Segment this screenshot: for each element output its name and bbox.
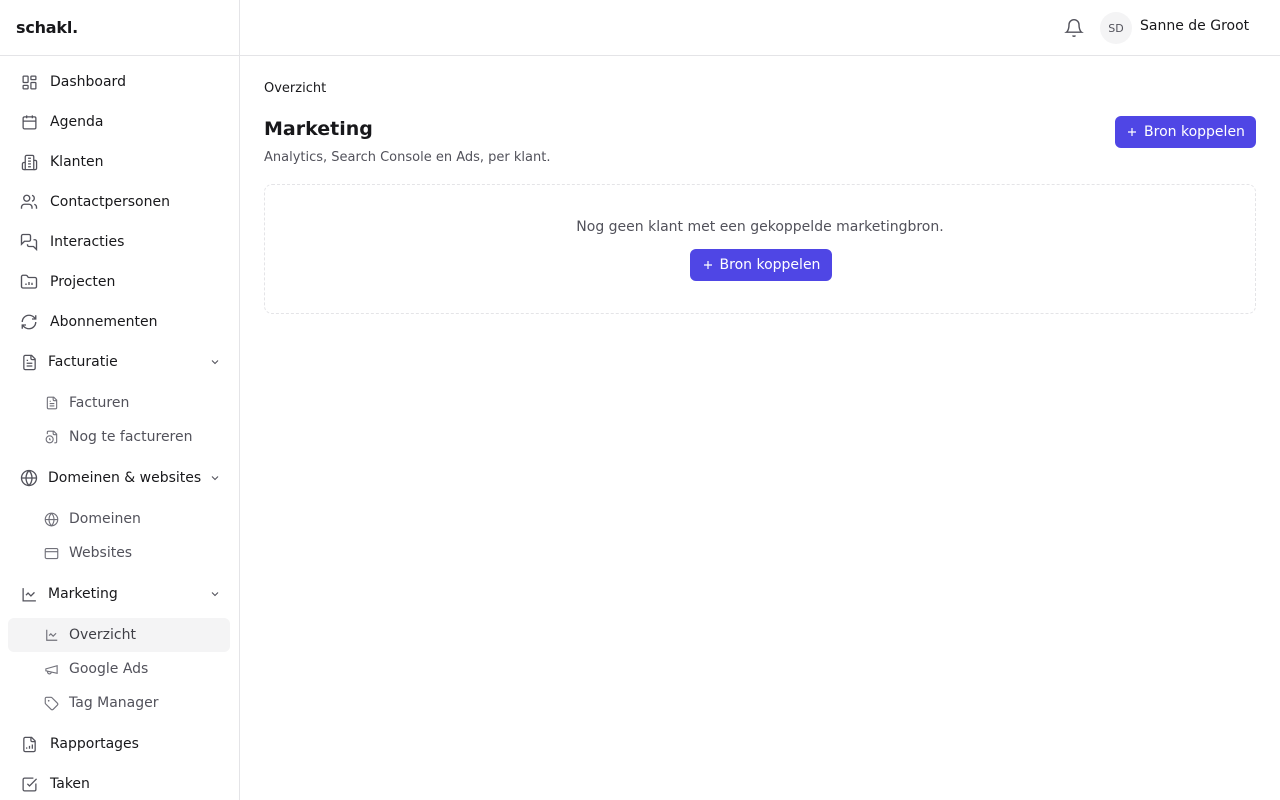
sidebar-item-label: Klanten [50,154,104,170]
sidebar-item-interacties[interactable]: Interacties [0,222,239,262]
sidebar-item-label: Abonnementen [50,314,158,330]
sidebar-subitem-label: Tag Manager [69,695,159,711]
sidebar-item-label: Rapportages [50,736,139,752]
checkbox-icon [20,775,38,793]
calendar-icon [20,113,38,131]
sidebar-subitem-label: Overzicht [69,627,136,643]
globe-icon [44,512,59,527]
file-icon [20,353,38,371]
dashboard-icon [20,73,38,91]
browser-icon [44,546,59,561]
sidebar-subitem-nog-te-factureren[interactable]: Nog te factureren [8,420,230,454]
file-icon [44,396,59,411]
bell-icon[interactable] [1064,17,1084,39]
sidebar-item-taken[interactable]: Taken [0,764,239,800]
avatar[interactable]: SD [1100,12,1132,44]
sidebar-subitem-tag-manager[interactable]: Tag Manager [8,686,230,720]
top-bar: SD Sanne de Groot [240,0,1280,56]
tag-icon [44,696,59,711]
sidebar-item-rapportages[interactable]: Rapportages [0,724,239,764]
chevron-down-icon[interactable] [209,472,221,484]
globe-icon [20,469,38,487]
connect-source-button[interactable]: Bron koppelen [1115,116,1256,148]
megaphone-icon [44,662,59,677]
sidebar-item-label: Projecten [50,274,116,290]
sidebar-group-facturatie[interactable]: Facturatie [0,342,239,382]
sidebar-item-label: Taken [50,776,90,792]
folder-chart-icon [20,273,38,291]
button-label: Bron koppelen [1144,124,1245,140]
sidebar-item-klanten[interactable]: Klanten [0,142,239,182]
sidebar-group-label: Domeinen & websites [48,470,202,486]
brand-logo[interactable]: schakl. [0,0,239,56]
sidebar-item-label: Agenda [50,114,104,130]
sidebar-item-label: Contactpersonen [50,194,170,210]
sidebar-subitem-websites[interactable]: Websites [8,536,230,570]
sidebar-item-abonnementen[interactable]: Abonnementen [0,302,239,342]
sidebar-item-label: Interacties [50,234,125,250]
app-root: schakl. Dashboard Agenda Klanten Contact… [0,0,1280,800]
building-icon [20,153,38,171]
chevron-down-icon[interactable] [209,588,221,600]
sidebar-group-label: Marketing [48,586,118,602]
empty-state-connect-button[interactable]: Bron koppelen [690,249,832,281]
sidebar-subitem-facturen[interactable]: Facturen [8,386,230,420]
sidebar-subitem-label: Google Ads [69,661,149,677]
refresh-icon [20,313,38,331]
sidebar-subitem-label: Domeinen [69,511,141,527]
page-subtitle: Analytics, Search Console en Ads, per kl… [264,150,551,165]
users-icon [20,193,38,211]
line-chart-icon [44,628,59,643]
sidebar-item-dashboard[interactable]: Dashboard [0,62,239,102]
plus-icon [703,261,712,269]
user-name[interactable]: Sanne de Groot [1140,18,1249,34]
sidebar-item-contactpersonen[interactable]: Contactpersonen [0,182,239,222]
chat-icon [20,233,38,251]
line-chart-icon [20,585,38,603]
page-title: Marketing [264,118,373,140]
sidebar-submenu-marketing: Overzicht Google Ads Tag Manager [0,614,239,724]
sidebar-item-agenda[interactable]: Agenda [0,102,239,142]
sidebar-submenu-domeinen: Domeinen Websites [0,498,239,574]
breadcrumb[interactable]: Overzicht [264,81,326,96]
chevron-down-icon[interactable] [209,356,221,368]
sidebar-subitem-google-ads[interactable]: Google Ads [8,652,230,686]
sidebar-item-label: Dashboard [50,74,126,90]
sidebar: schakl. Dashboard Agenda Klanten Contact… [0,0,240,800]
plus-icon [1128,128,1137,136]
file-clock-icon [44,430,59,445]
sidebar-group-domeinen-websites[interactable]: Domeinen & websites [0,458,239,498]
file-chart-icon [20,735,38,753]
sidebar-group-label: Facturatie [48,354,118,370]
sidebar-subitem-label: Nog te factureren [69,429,193,445]
sidebar-submenu-facturatie: Facturen Nog te factureren [0,382,239,458]
empty-state-message: Nog geen klant met een gekoppelde market… [576,219,944,235]
sidebar-subitem-domeinen[interactable]: Domeinen [8,502,230,536]
button-label: Bron koppelen [719,257,821,273]
sidebar-nav: Dashboard Agenda Klanten Contactpersonen [0,56,239,800]
empty-state: Nog geen klant met een gekoppelde market… [264,184,1256,314]
sidebar-subitem-label: Facturen [69,395,130,411]
sidebar-group-marketing[interactable]: Marketing [0,574,239,614]
sidebar-item-projecten[interactable]: Projecten [0,262,239,302]
sidebar-subitem-label: Websites [69,545,133,561]
sidebar-subitem-overzicht[interactable]: Overzicht [8,618,230,652]
